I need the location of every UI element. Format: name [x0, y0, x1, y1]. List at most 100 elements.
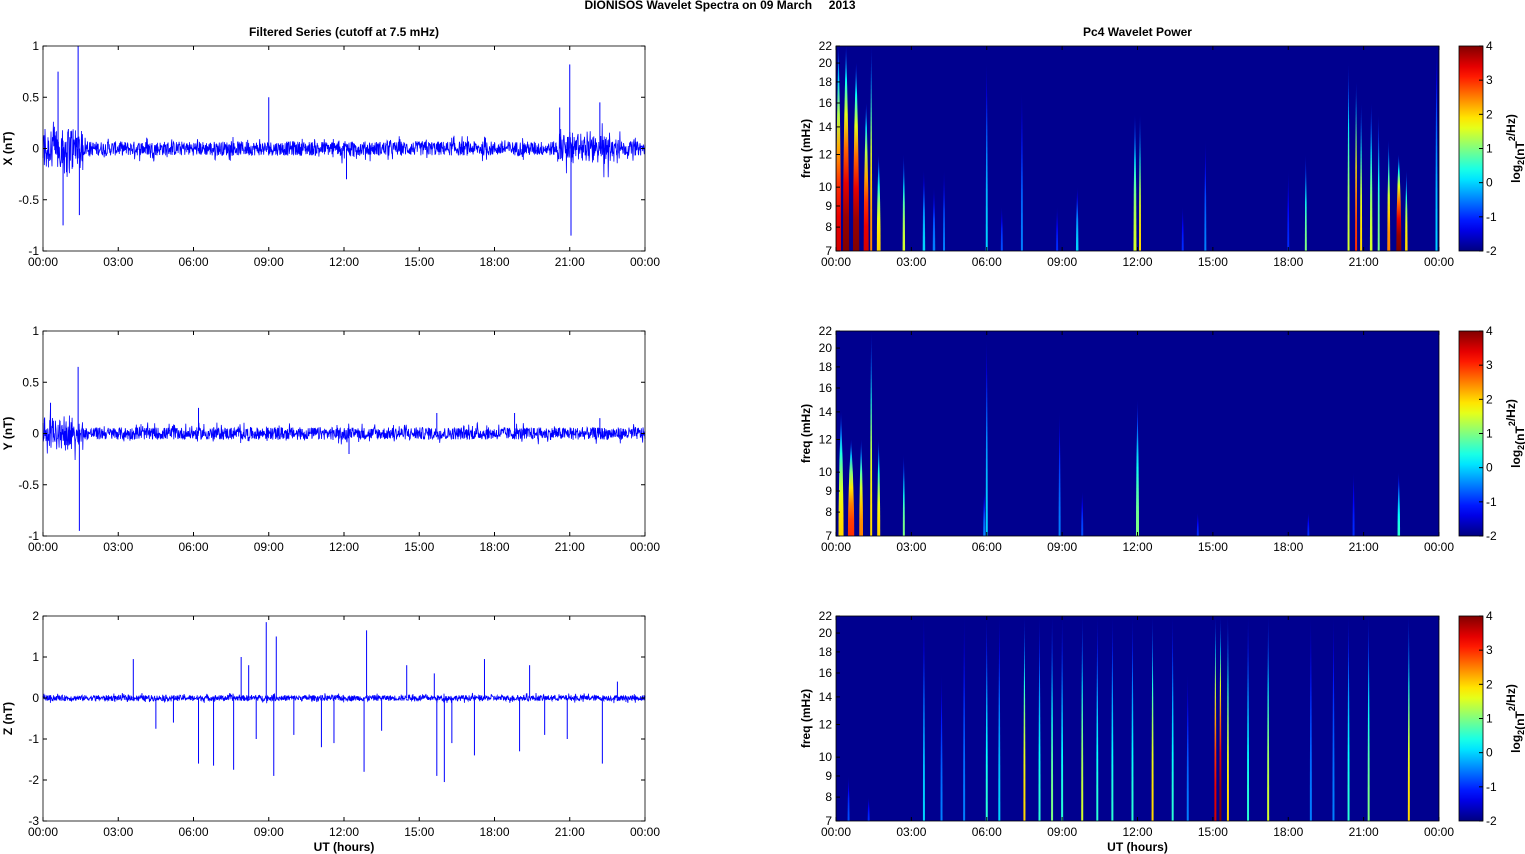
- y-tick-label: 1: [32, 324, 39, 338]
- y-tick-label: 8: [825, 505, 832, 519]
- colorbar-tick-label: -1: [1486, 210, 1497, 224]
- y-tick-label: 16: [819, 666, 833, 680]
- colorbar-tick-label: 3: [1486, 643, 1493, 657]
- colorbar-tick-label: -1: [1486, 495, 1497, 509]
- x-tick-label: 06:00: [178, 540, 208, 554]
- x-tick-label: 21:00: [555, 540, 585, 554]
- y-tick-label: 12: [819, 433, 833, 447]
- x-tick-label: 09:00: [254, 255, 284, 269]
- x-tick-label: 03:00: [103, 255, 133, 269]
- x-axis-label: UT (hours): [314, 840, 375, 854]
- x-tick-label: 03:00: [896, 825, 926, 839]
- x-tick-label: 09:00: [1047, 540, 1077, 554]
- x-tick-label: 06:00: [178, 825, 208, 839]
- y-tick-label: 22: [819, 324, 833, 338]
- y-tick-label: 0.5: [22, 90, 39, 104]
- label-part: /Hz): [1504, 399, 1518, 421]
- x-tick-label: 18:00: [479, 255, 509, 269]
- colorbar-tick-label: 4: [1486, 39, 1493, 53]
- x-tick-label: 18:00: [479, 825, 509, 839]
- x-axis-label: UT (hours): [1107, 840, 1168, 854]
- y-axis-label: Z (nT): [1, 702, 15, 735]
- colorbar-tick-label: 0: [1486, 461, 1493, 475]
- y-tick-label: -2: [28, 773, 39, 787]
- y-tick-label: 10: [819, 180, 833, 194]
- x-tick-label: 12:00: [329, 825, 359, 839]
- x-tick-label: 21:00: [1349, 255, 1379, 269]
- colorbar-tick-label: -2: [1486, 244, 1497, 258]
- x-tick-label: 03:00: [896, 540, 926, 554]
- x-tick-label: 00:00: [630, 255, 660, 269]
- x-tick-label: 00:00: [821, 540, 851, 554]
- colorbar-tick-label: 2: [1486, 677, 1493, 691]
- x-tick-label: 09:00: [1047, 255, 1077, 269]
- colorbar-tick-label: -2: [1486, 529, 1497, 543]
- x-tick-label: 00:00: [821, 825, 851, 839]
- y-axis-label: freq (mHz): [799, 119, 813, 178]
- x-tick-label: 15:00: [1198, 825, 1228, 839]
- label-part: log: [1509, 450, 1523, 468]
- colorbar-tick-label: 4: [1486, 324, 1493, 338]
- label-part: /Hz): [1504, 114, 1518, 136]
- x-tick-label: 06:00: [972, 255, 1002, 269]
- colorbar-label: log2(nT2/Hz): [1504, 399, 1525, 468]
- figure-title: DIONISOS Wavelet Spectra on 09 March 201…: [585, 0, 856, 12]
- y-tick-label: 16: [819, 96, 833, 110]
- x-tick-label: 00:00: [28, 540, 58, 554]
- y-tick-label: 20: [819, 626, 833, 640]
- x-tick-label: 03:00: [103, 540, 133, 554]
- colorbar-tick-label: 2: [1486, 392, 1493, 406]
- x-tick-label: 09:00: [254, 540, 284, 554]
- colorbar-tick-label: 2: [1486, 107, 1493, 121]
- x-tick-label: 15:00: [1198, 540, 1228, 554]
- colorbar-tick-label: 3: [1486, 358, 1493, 372]
- x-tick-label: 21:00: [555, 255, 585, 269]
- colorbar-tick-label: 1: [1486, 712, 1493, 726]
- x-tick-label: 00:00: [821, 255, 851, 269]
- y-tick-label: 18: [819, 360, 833, 374]
- y-tick-label: 2: [32, 609, 39, 623]
- x-tick-label: 00:00: [28, 825, 58, 839]
- x-tick-label: 15:00: [1198, 255, 1228, 269]
- x-tick-label: 00:00: [1424, 825, 1454, 839]
- plot-area: [43, 616, 645, 821]
- x-tick-label: 18:00: [1273, 825, 1303, 839]
- x-tick-label: 00:00: [630, 540, 660, 554]
- axes-title: Pc4 Wavelet Power: [1083, 25, 1192, 39]
- y-tick-label: 9: [825, 199, 832, 213]
- x-tick-label: 21:00: [1349, 825, 1379, 839]
- y-tick-label: 0: [32, 142, 39, 156]
- y-tick-label: 20: [819, 56, 833, 70]
- label-part: log: [1509, 165, 1523, 183]
- x-tick-label: 00:00: [28, 255, 58, 269]
- x-tick-label: 09:00: [1047, 825, 1077, 839]
- x-tick-label: 00:00: [630, 825, 660, 839]
- x-tick-label: 12:00: [329, 540, 359, 554]
- x-tick-label: 03:00: [896, 255, 926, 269]
- y-tick-label: -0.5: [18, 193, 39, 207]
- axes-title: Filtered Series (cutoff at 7.5 mHz): [249, 25, 439, 39]
- x-tick-label: 09:00: [254, 825, 284, 839]
- x-tick-label: 15:00: [404, 825, 434, 839]
- wavelet-power-axes-2: 78910121416182022-2-101234log2(nT2/Hz)00…: [799, 609, 1525, 854]
- x-tick-label: 06:00: [972, 825, 1002, 839]
- figure: DIONISOS Wavelet Spectra on 09 March 201…: [1, 0, 1525, 854]
- y-tick-label: 9: [825, 769, 832, 783]
- label-part: (nT: [1513, 426, 1525, 445]
- y-tick-label: 14: [819, 120, 833, 134]
- colorbar-tick-label: 1: [1486, 142, 1493, 156]
- label-part: log: [1509, 735, 1523, 753]
- y-tick-label: 0: [32, 427, 39, 441]
- x-tick-label: 00:00: [1424, 540, 1454, 554]
- x-tick-label: 15:00: [404, 255, 434, 269]
- x-tick-label: 00:00: [1424, 255, 1454, 269]
- x-tick-label: 15:00: [404, 540, 434, 554]
- wavelet-power-axes-0: 78910121416182022-2-101234log2(nT2/Hz)00…: [799, 25, 1525, 269]
- y-tick-label: 9: [825, 484, 832, 498]
- y-tick-label: 10: [819, 465, 833, 479]
- x-tick-label: 21:00: [1349, 540, 1379, 554]
- colorbar-tick-label: 0: [1486, 746, 1493, 760]
- x-tick-label: 06:00: [178, 255, 208, 269]
- y-axis-label: Y (nT): [1, 417, 15, 451]
- y-axis-label: freq (mHz): [799, 404, 813, 463]
